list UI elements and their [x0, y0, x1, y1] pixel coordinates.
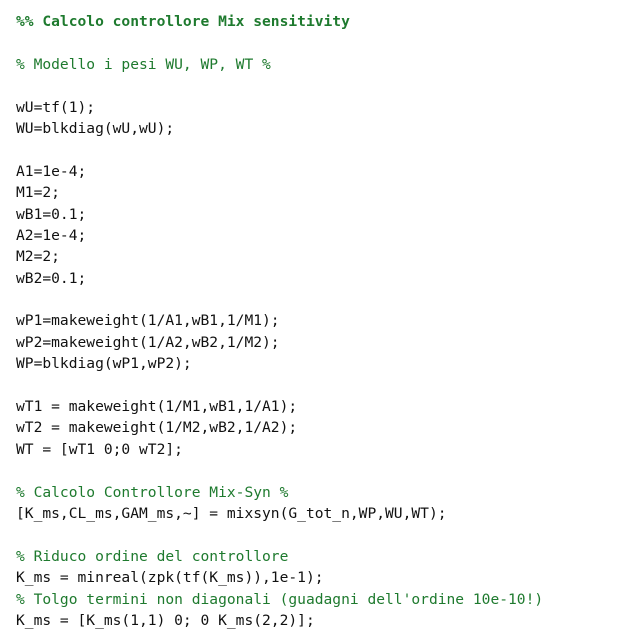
code-line[interactable]: wU=tf(1);: [16, 97, 616, 118]
blank-line[interactable]: [16, 32, 616, 53]
code-line[interactable]: wT2 = makeweight(1/M2,wB2,1/A2);: [16, 417, 616, 438]
blank-line[interactable]: [16, 375, 616, 396]
code-line[interactable]: wP1=makeweight(1/A1,wB1,1/M1);: [16, 310, 616, 331]
blank-line[interactable]: [16, 75, 616, 96]
blank-line[interactable]: [16, 524, 616, 545]
comment-line[interactable]: % Calcolo Controllore Mix-Syn %: [16, 482, 616, 503]
blank-line[interactable]: [16, 289, 616, 310]
comment-line[interactable]: % Riduco ordine del controllore: [16, 546, 616, 567]
code-line[interactable]: K_ms = [K_ms(1,1) 0; 0 K_ms(2,2)];: [16, 610, 616, 631]
code-editor[interactable]: %% Calcolo controllore Mix sensitivity % …: [16, 11, 616, 631]
blank-line[interactable]: [16, 139, 616, 160]
code-line[interactable]: wB1=0.1;: [16, 204, 616, 225]
code-line[interactable]: wB2=0.1;: [16, 268, 616, 289]
code-line[interactable]: A1=1e-4;: [16, 161, 616, 182]
code-line[interactable]: M1=2;: [16, 182, 616, 203]
code-line[interactable]: wT1 = makeweight(1/M1,wB1,1/A1);: [16, 396, 616, 417]
code-line[interactable]: WT = [wT1 0;0 wT2];: [16, 439, 616, 460]
code-line[interactable]: A2=1e-4;: [16, 225, 616, 246]
cell-header-line[interactable]: %% Calcolo controllore Mix sensitivity: [16, 11, 616, 32]
blank-line[interactable]: [16, 460, 616, 481]
code-line[interactable]: WP=blkdiag(wP1,wP2);: [16, 353, 616, 374]
code-line[interactable]: M2=2;: [16, 246, 616, 267]
code-line[interactable]: [K_ms,CL_ms,GAM_ms,~] = mixsyn(G_tot_n,W…: [16, 503, 616, 524]
comment-line[interactable]: % Tolgo termini non diagonali (guadagni …: [16, 589, 616, 610]
code-line[interactable]: K_ms = minreal(zpk(tf(K_ms)),1e-1);: [16, 567, 616, 588]
code-line[interactable]: WU=blkdiag(wU,wU);: [16, 118, 616, 139]
code-line[interactable]: wP2=makeweight(1/A2,wB2,1/M2);: [16, 332, 616, 353]
comment-line[interactable]: % Modello i pesi WU, WP, WT %: [16, 54, 616, 75]
